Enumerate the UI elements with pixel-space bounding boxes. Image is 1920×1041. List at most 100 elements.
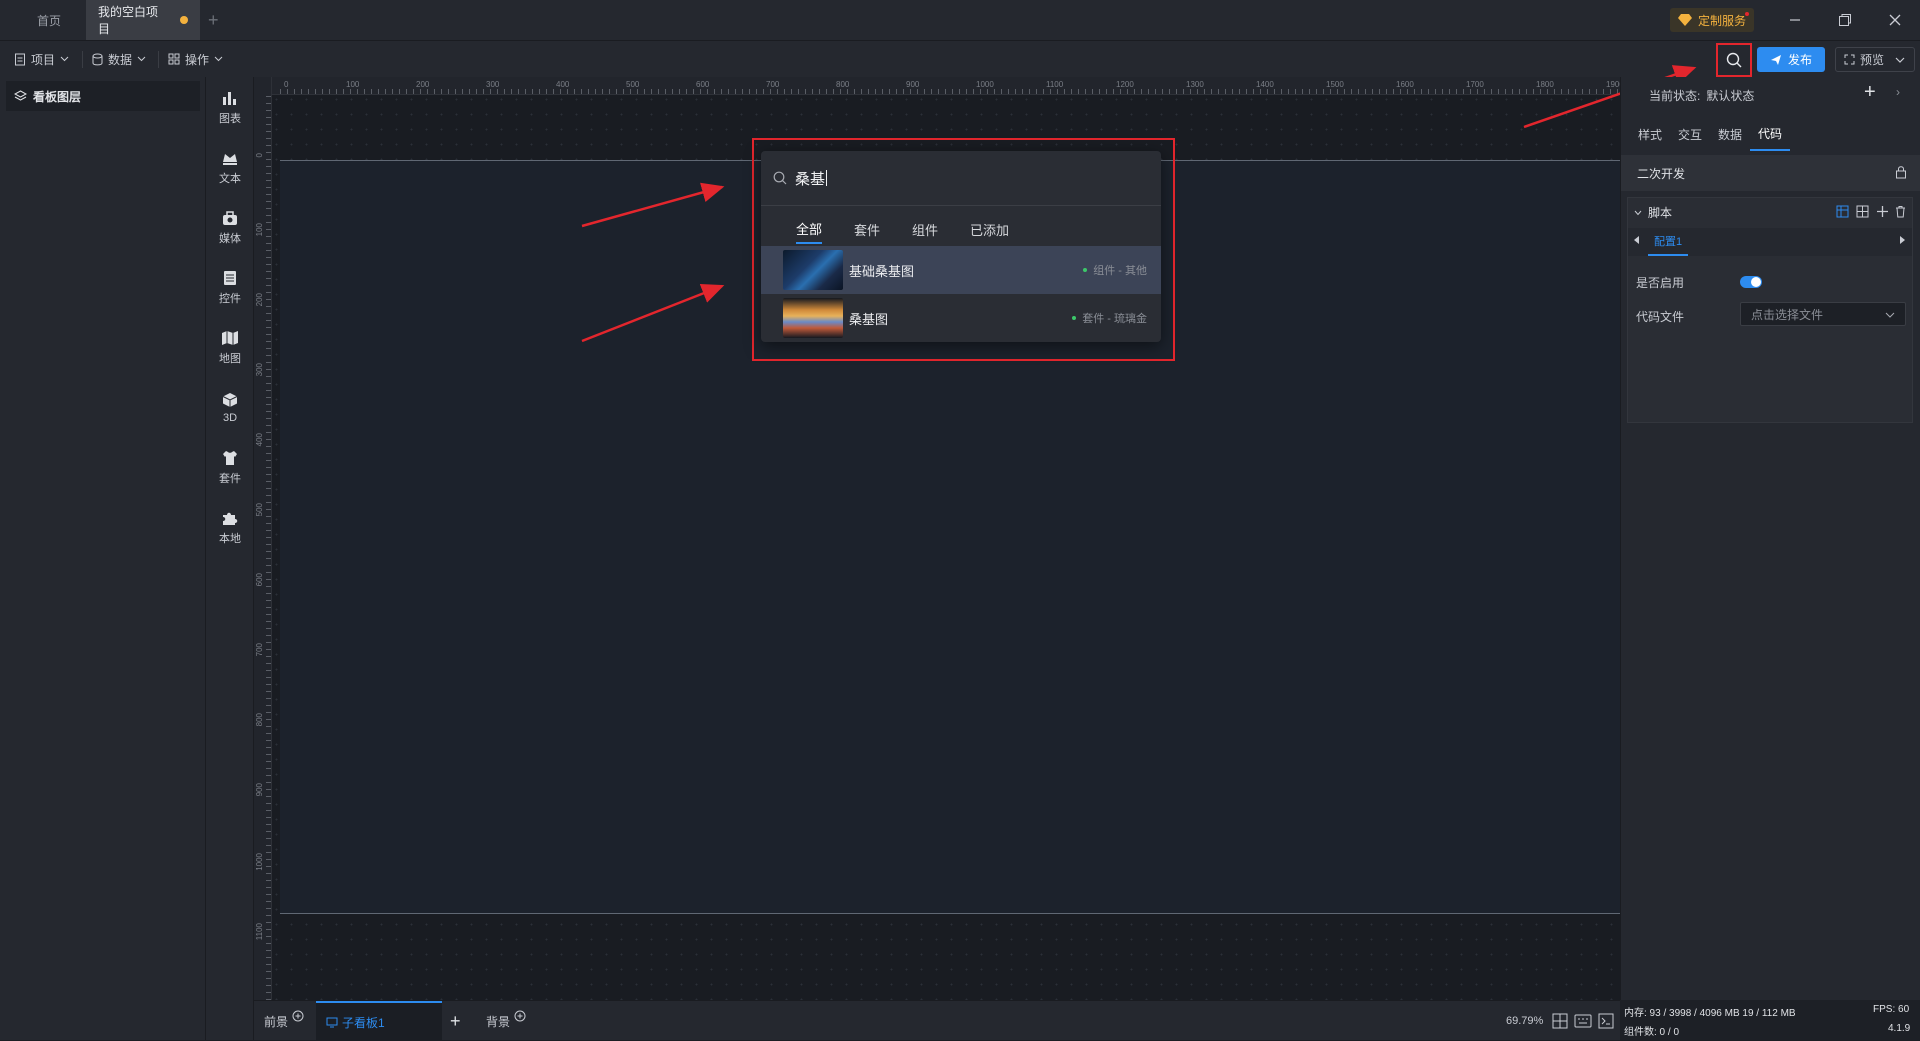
menu-operation[interactable]: 操作 — [168, 47, 223, 71]
tab-project[interactable]: 我的空白项目 — [86, 0, 200, 40]
trash-icon[interactable] — [1894, 205, 1907, 218]
chevron-down-icon — [60, 56, 69, 62]
scroll-right-icon[interactable] — [1900, 236, 1905, 244]
search-icon — [1726, 52, 1742, 68]
terminal-icon[interactable] — [1598, 1013, 1614, 1029]
suite-icon — [223, 451, 237, 465]
keyboard-icon[interactable] — [1574, 1014, 1592, 1028]
filter-tab-added[interactable]: 已添加 — [970, 214, 1009, 244]
layers-header[interactable]: 看板图层 — [6, 81, 200, 111]
menu-data[interactable]: 数据 — [92, 47, 146, 71]
current-state[interactable]: 当前状态: 默认状态 — [1649, 87, 1754, 104]
preview-button[interactable]: 预览 — [1835, 47, 1915, 72]
add-state-icon[interactable]: + — [1864, 81, 1876, 104]
scroll-left-icon[interactable] — [1634, 236, 1639, 244]
filter-tab-component[interactable]: 组件 — [912, 214, 938, 244]
chevron-down-icon — [1895, 57, 1905, 63]
ruler-tick-label: 900 — [906, 80, 920, 89]
menu-data-label: 数据 — [108, 52, 133, 67]
zoom-level[interactable]: 69.79% — [1506, 1015, 1543, 1027]
tab-code[interactable]: 代码 — [1750, 117, 1791, 151]
status-dot — [1072, 316, 1077, 320]
custom-service-button[interactable]: 定制服务 — [1670, 8, 1755, 32]
restore-button[interactable] — [1831, 8, 1859, 32]
menu-project[interactable]: 项目 — [14, 47, 69, 71]
background-tab[interactable]: 背景 — [486, 1001, 526, 1041]
ruler-tick-label: 300 — [486, 80, 500, 89]
chevron-down-icon — [137, 56, 146, 62]
preview-label: 预览 — [1860, 53, 1885, 67]
ruler-tick-label: 500 — [626, 80, 640, 89]
layout-icon[interactable] — [1856, 205, 1869, 218]
status-bar: 内存: 93 / 3998 / 4096 MB 19 / 112 MB FPS:… — [1620, 1000, 1920, 1040]
table-view-icon[interactable] — [1836, 205, 1849, 218]
config-tab-label: 配置1 — [1654, 236, 1683, 248]
config-tab-1[interactable]: 配置1 — [1648, 228, 1689, 256]
tab-interaction[interactable]: 交互 — [1678, 117, 1702, 151]
tab-style[interactable]: 样式 — [1638, 117, 1662, 151]
result-thumbnail — [783, 298, 843, 338]
chevron-right-icon[interactable]: › — [1896, 85, 1900, 99]
ruler-tick-label: 0 — [255, 153, 264, 158]
bottom-bar: 前景 子看板1 + 背景 69.79% — [254, 1000, 1620, 1041]
send-icon — [1770, 54, 1781, 65]
fullscreen-icon — [1844, 54, 1855, 65]
ruler-tick-label: 200 — [416, 80, 430, 89]
publish-button[interactable]: 发布 — [1757, 47, 1825, 72]
result-thumbnail — [783, 250, 843, 290]
global-search-button[interactable] — [1716, 43, 1752, 77]
library-item-media[interactable]: 媒体 — [206, 203, 254, 253]
ruler-tick-label: 1700 — [1466, 80, 1484, 89]
close-button[interactable] — [1881, 8, 1909, 32]
search-result-row[interactable]: 桑基图 套件 - 琉璃金 — [761, 294, 1161, 342]
library-item-map[interactable]: 地图 — [206, 323, 254, 373]
menu-operation-label: 操作 — [185, 52, 210, 67]
library-item-suite[interactable]: 套件 — [206, 443, 254, 493]
add-icon[interactable] — [1876, 205, 1889, 218]
chevron-down-icon — [214, 56, 223, 62]
publish-label: 发布 — [1787, 53, 1812, 67]
ruler-ticks — [280, 77, 1620, 94]
minimize-button[interactable] — [1781, 8, 1809, 32]
add-circle-icon[interactable] — [514, 1010, 526, 1022]
code-file-select[interactable]: 点击选择文件 — [1740, 302, 1906, 326]
script-panel: 脚本 配置1 是否启用 代码文件 点击选择文件 — [1627, 197, 1913, 423]
foreground-tab[interactable]: 前景 — [264, 1001, 304, 1041]
add-subboard-icon[interactable]: + — [450, 1011, 461, 1032]
library-item-chart[interactable]: 图表 — [206, 83, 254, 133]
enable-toggle[interactable] — [1740, 276, 1762, 288]
result-meta-label: 组件 - 其他 — [1093, 265, 1147, 277]
search-input[interactable]: 桑基 — [761, 151, 1161, 206]
ruler-tick-label: 0 — [284, 80, 289, 89]
component-library-bar: 图表 文本 媒体 控件 地图 3D 套件 本地 — [206, 77, 254, 1040]
filter-tab-label: 组件 — [912, 222, 939, 238]
state-label: 当前状态: — [1649, 89, 1701, 103]
media-icon — [223, 211, 237, 225]
secondary-dev-section[interactable]: 二次开发 — [1621, 155, 1920, 191]
widget-icon — [224, 271, 236, 285]
filter-tab-label: 全部 — [796, 221, 823, 237]
library-item-widget[interactable]: 控件 — [206, 263, 254, 313]
add-circle-icon[interactable] — [292, 1010, 304, 1022]
filter-tab-all[interactable]: 全部 — [796, 214, 823, 244]
tab-project-label: 我的空白项目 — [98, 5, 159, 36]
ruler-tick-label: 100 — [255, 223, 264, 237]
ruler-tick-label: 1400 — [1256, 80, 1274, 89]
script-header[interactable]: 脚本 — [1634, 204, 1672, 221]
lock-icon[interactable] — [1895, 165, 1907, 179]
fit-screen-icon[interactable] — [1552, 1013, 1568, 1029]
tab-data[interactable]: 数据 — [1718, 117, 1742, 151]
database-icon — [92, 53, 103, 65]
library-item-3d[interactable]: 3D — [206, 383, 254, 433]
add-tab-icon[interactable]: + — [208, 10, 219, 31]
result-meta: 组件 - 其他 — [1083, 262, 1147, 278]
search-result-row[interactable]: 基础桑基图 组件 - 其他 — [761, 246, 1161, 294]
library-item-label: 套件 — [219, 473, 241, 485]
ruler-tick-label: 800 — [836, 80, 850, 89]
subboard-tab[interactable]: 子看板1 — [316, 1001, 442, 1041]
tab-home[interactable]: 首页 — [18, 0, 80, 40]
filter-tab-suite[interactable]: 套件 — [854, 214, 880, 244]
search-icon — [773, 171, 787, 185]
library-item-local[interactable]: 本地 — [206, 503, 254, 553]
library-item-text[interactable]: 文本 — [206, 143, 254, 193]
